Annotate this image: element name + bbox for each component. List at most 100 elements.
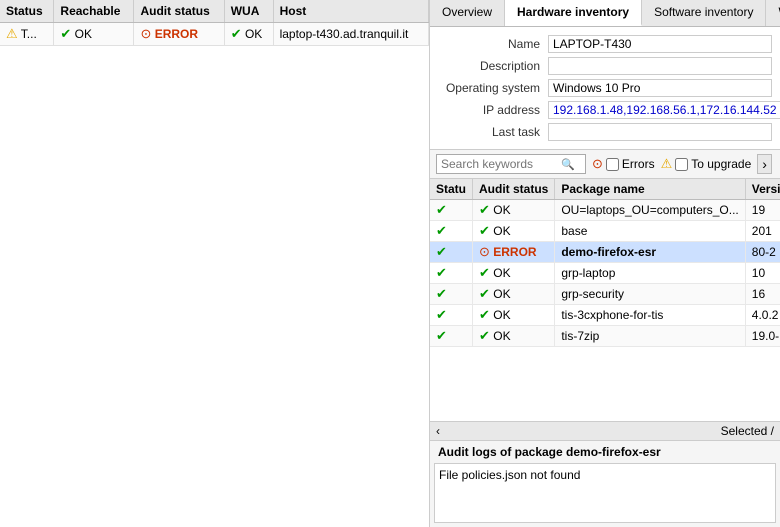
search-bar: 🔍 ⊙ Errors ⚠ To upgrade › [430, 150, 780, 179]
table-row[interactable]: ✔✔ OKgrp-security16 [430, 284, 780, 305]
left-arrow-icon[interactable]: ‹ [436, 424, 440, 438]
search-input-wrap[interactable]: 🔍 [436, 154, 586, 174]
row-status: ✔ [430, 284, 473, 305]
errors-label: Errors [622, 157, 655, 171]
description-row: Description [430, 55, 780, 77]
table-row[interactable]: ✔✔ OKtis-7zip19.0- [430, 326, 780, 347]
wua-cell: ✔ OK [224, 23, 273, 46]
errors-checkbox[interactable] [606, 158, 619, 171]
upgrade-label: To upgrade [691, 157, 751, 171]
row-package-name: grp-security [555, 284, 745, 305]
row-audit: ⊙ ERROR [473, 242, 555, 263]
table-row[interactable]: ✔⊙ ERRORdemo-firefox-esr80-2 [430, 242, 780, 263]
table-row[interactable]: ✔✔ OKOU=laptops_OU=computers_O...19 [430, 200, 780, 221]
os-label: Operating system [438, 81, 548, 95]
pkg-col-name: Package name [555, 179, 745, 200]
upgrade-checkbox[interactable] [675, 158, 688, 171]
col-host: Host [273, 0, 428, 23]
lasttask-row: Last task [430, 121, 780, 143]
description-label: Description [438, 59, 548, 73]
warn-filter-icon: ⚠ [661, 156, 673, 172]
upgrade-filter: ⚠ To upgrade [661, 156, 752, 172]
warning-icon: ⚠ [6, 26, 18, 41]
row-audit: ✔ OK [473, 305, 555, 326]
ip-label: IP address [438, 103, 548, 117]
name-label: Name [438, 37, 548, 51]
pkg-col-status: Statu [430, 179, 473, 200]
row-package-name: base [555, 221, 745, 242]
audit-title: Audit logs of package demo-firefox-esr [430, 441, 780, 463]
row-version: 201 [745, 221, 780, 242]
row-status: ✔ [430, 263, 473, 284]
audit-section: Audit logs of package demo-firefox-esr F… [430, 440, 780, 527]
tab-bar: Overview Hardware inventory Software inv… [430, 0, 780, 27]
search-icon: 🔍 [561, 158, 575, 171]
table-row[interactable]: ✔✔ OKgrp-laptop10 [430, 263, 780, 284]
ok-icon: ✔ [60, 26, 71, 41]
row-package-name: OU=laptops_OU=computers_O... [555, 200, 745, 221]
col-audit-status: Audit status [134, 0, 224, 23]
row-version: 80-2 [745, 242, 780, 263]
name-value: LAPTOP-T430 [548, 35, 772, 53]
more-options-button[interactable]: › [757, 154, 772, 174]
ok-icon-wua: ✔ [231, 26, 242, 41]
audit-cell: ⊙ ERROR [134, 23, 224, 46]
row-package-name: tis-7zip [555, 326, 745, 347]
row-version: 19 [745, 200, 780, 221]
row-status: ✔ [430, 221, 473, 242]
audit-log-content: File policies.json not found [434, 463, 776, 523]
left-panel: Status Reachable Audit status WUA Host ⚠… [0, 0, 430, 527]
error-icon: ⊙ [140, 26, 151, 41]
package-table-wrap[interactable]: Statu Audit status Package name Versio ✔… [430, 179, 780, 421]
row-package-name: tis-3cxphone-for-tis [555, 305, 745, 326]
row-version: 10 [745, 263, 780, 284]
right-panel: Overview Hardware inventory Software inv… [430, 0, 780, 527]
table-row[interactable]: ✔✔ OKtis-3cxphone-for-tis4.0.2 [430, 305, 780, 326]
errors-filter: ⊙ Errors [592, 156, 655, 172]
ip-value: 192.168.1.48,192.168.56.1,172.16.144.52 [548, 101, 780, 119]
host-table: Status Reachable Audit status WUA Host ⚠… [0, 0, 429, 46]
info-section: Name LAPTOP-T430 Description Operating s… [430, 27, 780, 150]
reachable-cell: ✔ OK [54, 23, 134, 46]
row-audit: ✔ OK [473, 284, 555, 305]
table-row[interactable]: ⚠ T... ✔ OK ⊙ ERROR ✔ OK laptop-t430.ad.… [0, 23, 429, 46]
row-audit: ✔ OK [473, 221, 555, 242]
row-audit: ✔ OK [473, 326, 555, 347]
row-audit: ✔ OK [473, 200, 555, 221]
tab-overview[interactable]: Overview [430, 0, 505, 26]
pkg-col-audit: Audit status [473, 179, 555, 200]
error-filter-icon: ⊙ [592, 156, 603, 172]
row-version: 4.0.2 [745, 305, 780, 326]
description-value [548, 57, 772, 75]
name-row: Name LAPTOP-T430 [430, 33, 780, 55]
pkg-col-version: Versio [745, 179, 780, 200]
row-version: 19.0- [745, 326, 780, 347]
audit-text: ERROR [155, 27, 198, 41]
tab-software-inventory[interactable]: Software inventory [642, 0, 766, 26]
host-cell: laptop-t430.ad.tranquil.it [273, 23, 428, 46]
search-input[interactable] [441, 157, 561, 171]
lasttask-value [548, 123, 772, 141]
row-status: ✔ [430, 242, 473, 263]
col-status: Status [0, 0, 54, 23]
row-status: ✔ [430, 305, 473, 326]
ip-row: IP address 192.168.1.48,192.168.56.1,172… [430, 99, 780, 121]
reachable-text: OK [75, 27, 92, 41]
col-wua: WUA [224, 0, 273, 23]
row-audit: ✔ OK [473, 263, 555, 284]
table-row[interactable]: ✔✔ OKbase201 [430, 221, 780, 242]
row-status: ✔ [430, 200, 473, 221]
status-cell: ⚠ T... [0, 23, 54, 46]
scroll-hint: ‹ Selected / [430, 421, 780, 440]
row-version: 16 [745, 284, 780, 305]
row-package-name: grp-laptop [555, 263, 745, 284]
col-reachable: Reachable [54, 0, 134, 23]
row-status: ✔ [430, 326, 473, 347]
tab-hardware-inventory[interactable]: Hardware inventory [505, 0, 642, 26]
selected-text: Selected / [721, 424, 774, 438]
row-package-name: demo-firefox-esr [555, 242, 745, 263]
os-row: Operating system Windows 10 Pro [430, 77, 780, 99]
tab-windows-u[interactable]: Windows u... [766, 0, 780, 26]
wua-text: OK [245, 27, 262, 41]
os-value: Windows 10 Pro [548, 79, 772, 97]
